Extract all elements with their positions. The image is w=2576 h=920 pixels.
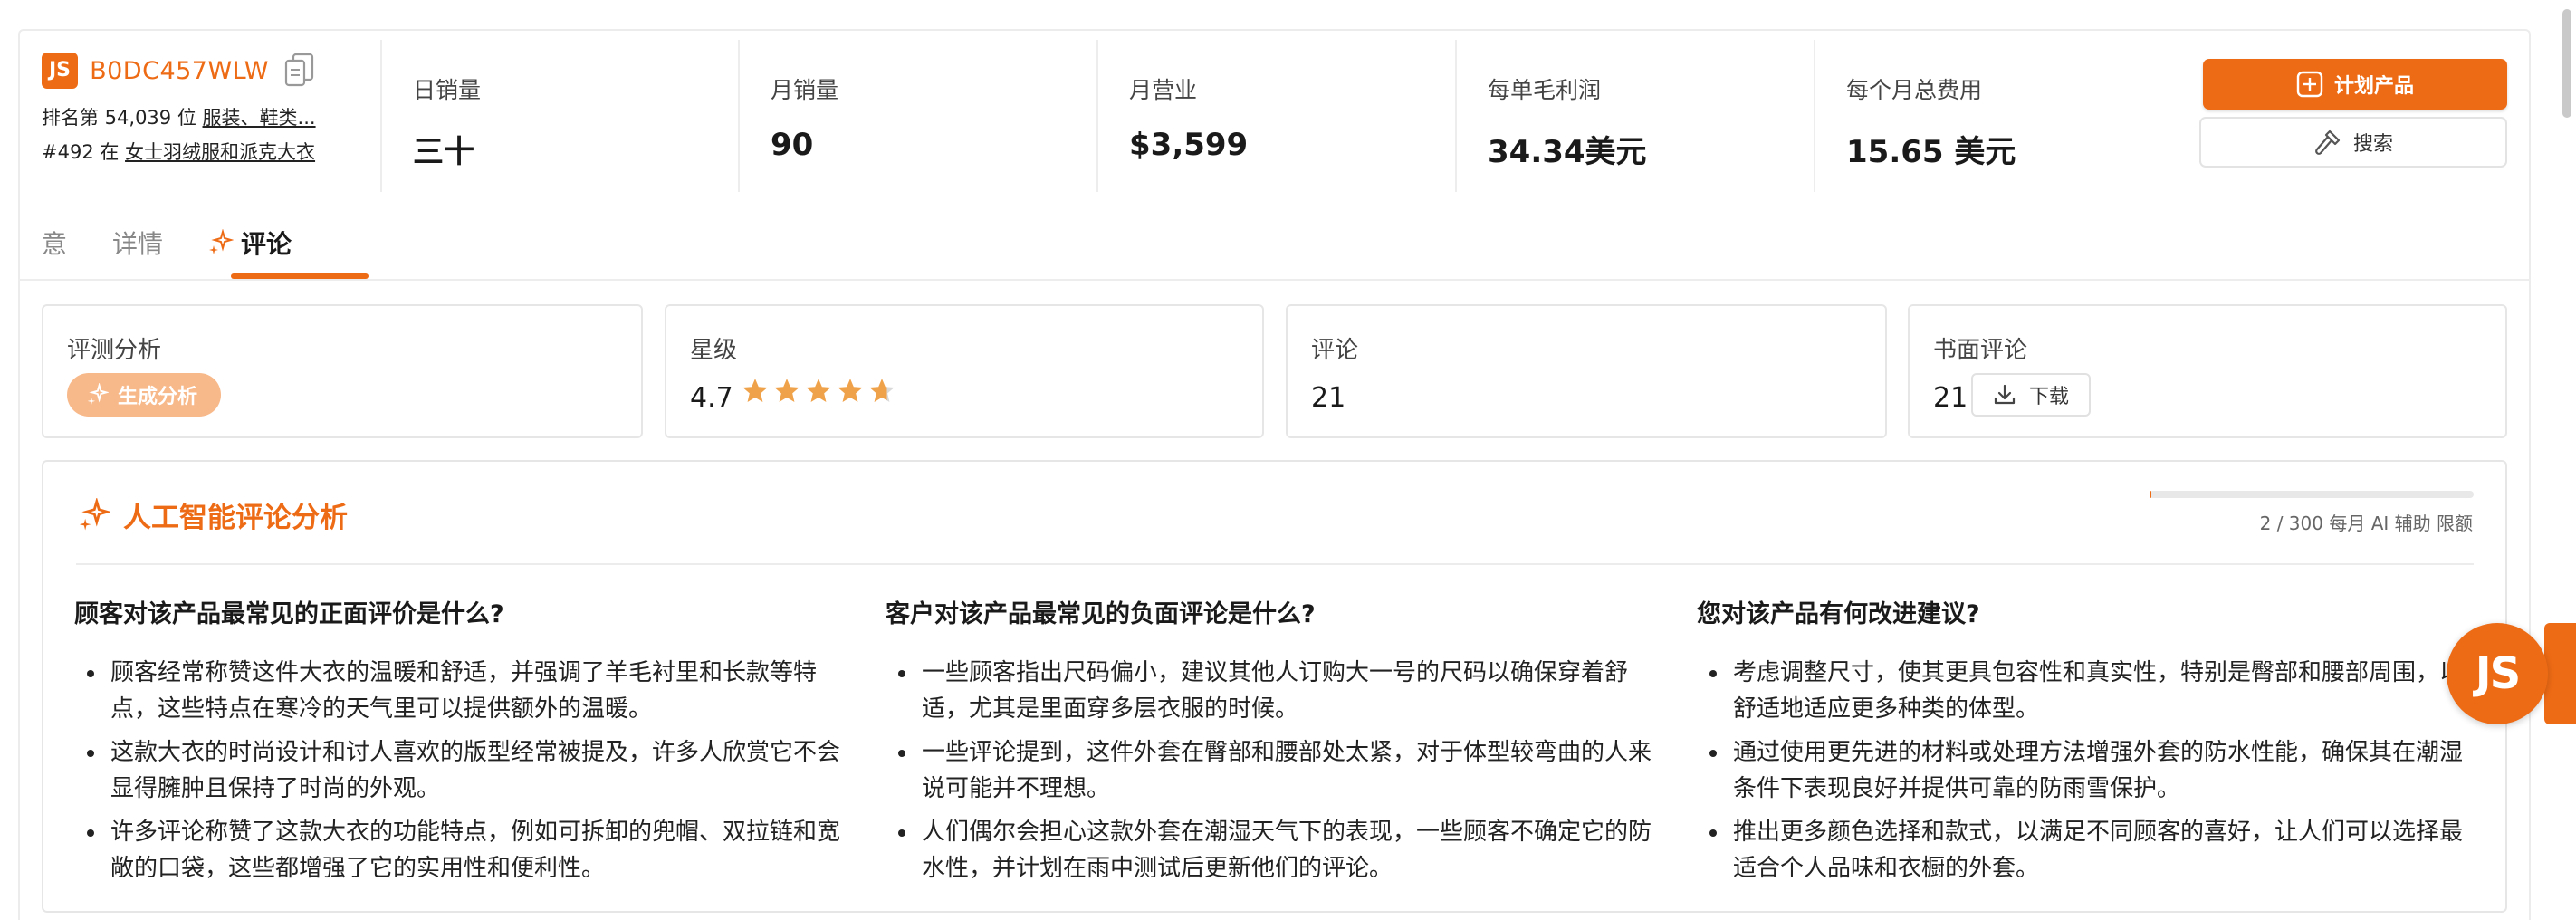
metric-label: 月营业 (1129, 77, 1198, 103)
column-question: 客户对该产品最常见的负面评论是什么? (886, 600, 1316, 628)
metric-label: 日销量 (413, 77, 482, 103)
sparkle-icon (209, 229, 234, 254)
metric-label: 月销量 (771, 77, 839, 103)
written-review-count: 21 (1933, 382, 1968, 414)
floating-side-tab[interactable] (2544, 623, 2576, 724)
subcategory-rank: #492 在 女士羽绒服和派克大衣 (42, 138, 350, 165)
js-logo: JS (42, 53, 78, 89)
star-rating (741, 377, 899, 406)
sparkle-icon (79, 497, 110, 530)
list-item: 人们偶尔会担心这款外套在潮湿天气下的表现，一些顾客不确定它的防水性，并计划在雨中… (886, 814, 1664, 886)
star-icon (869, 379, 895, 402)
tab-divider (18, 279, 2531, 281)
download-icon (1994, 384, 2016, 405)
metric-value: 15.65 美元 (1846, 134, 2016, 170)
card-label: 星级 (690, 337, 738, 364)
metric-value: 90 (771, 127, 814, 163)
metric-monthly-fees: 每个月总费用 15.65 美元 (1814, 40, 2172, 192)
plan-product-label: 计划产品 (2333, 75, 2414, 98)
list-item: 这款大衣的时尚设计和讨人喜欢的版型经常被提及，许多人欣赏它不会显得臃肿且保持了时… (74, 734, 853, 807)
list-item: 通过使用更先进的材料或处理方法增强外套的防水性能，确保其在潮湿条件下表现良好并提… (1697, 734, 2475, 807)
metric-monthly-sales: 月销量 90 (738, 40, 1096, 192)
card-label: 评测分析 (67, 337, 162, 364)
list-item: 考虑调整尺寸，使其更具包容性和真实性，特别是臀部和腰部周围，以舒适地适应更多种类… (1697, 655, 2475, 727)
tab-details[interactable]: 详情 (112, 225, 163, 261)
list-item: 推出更多颜色选择和款式，以满足不同顾客的喜好，让人们可以选择最适合个人品味和衣橱… (1697, 814, 2475, 886)
metric-label: 每单毛利润 (1488, 77, 1602, 103)
ai-review-analysis-panel: 人工智能评论分析 2 / 300 每月 AI 辅助 限额 顾客对该产品最常见的正… (42, 460, 2507, 913)
generate-analysis-button[interactable]: 生成分析 (67, 373, 222, 417)
floating-js-button[interactable]: JS (2447, 623, 2548, 724)
metric-value: 34.34美元 (1488, 134, 1647, 170)
tab-reviews[interactable]: 评论 (206, 225, 292, 261)
generate-analysis-label: 生成分析 (118, 386, 198, 408)
star-icon (806, 379, 831, 402)
plus-square-icon (2296, 71, 2323, 98)
positive-reviews-column: 顾客对该产品最常见的正面评价是什么? 顾客经常称赞这件大衣的温暖和舒适，并强调了… (74, 594, 853, 894)
star-icon (742, 379, 768, 402)
sparkle-icon (87, 383, 109, 406)
download-button[interactable]: 下载 (1971, 373, 2092, 417)
search-label: 搜索 (2352, 133, 2393, 156)
review-count-value: 21 (1311, 382, 1346, 414)
metric-monthly-revenue: 月营业 $3,599 (1096, 40, 1455, 192)
card-review-analysis: 评测分析 生成分析 (42, 304, 643, 438)
card-label: 评论 (1311, 337, 1359, 364)
ai-quota-fill (2150, 491, 2152, 498)
metric-gross-profit: 每单毛利润 34.34美元 (1455, 40, 1814, 192)
product-info: JS B0DC457WLW 排名第 54,039 位 服装、鞋类... #492… (42, 53, 350, 165)
tab-overview[interactable]: 意 (42, 225, 67, 261)
card-star-rating: 星级 4.7 (665, 304, 1264, 438)
metric-value: 三十 (413, 134, 474, 170)
card-written-reviews: 书面评论 21 下载 (1908, 304, 2507, 438)
column-question: 您对该产品有何改进建议? (1697, 600, 1980, 628)
category-link[interactable]: 服装、鞋类... (203, 107, 316, 129)
hammer-icon (2315, 129, 2341, 155)
category-rank: 排名第 54,039 位 服装、鞋类... (42, 103, 350, 130)
metric-daily-sales: 日销量 三十 (380, 40, 738, 192)
list-item: 一些顾客指出尺码偏小，建议其他人订购大一号的尺码以确保穿着舒适，尤其是里面穿多层… (886, 655, 1664, 727)
search-button[interactable]: 搜索 (2199, 117, 2507, 168)
list-item: 一些评论提到，这件外套在臀部和腰部处太紧，对于体型较弯曲的人来说可能并不理想。 (886, 734, 1664, 807)
plan-product-button[interactable]: 计划产品 (2203, 59, 2507, 110)
download-label: 下载 (2029, 386, 2070, 408)
rating-value: 4.7 (690, 382, 733, 414)
metric-label: 每个月总费用 (1846, 77, 1983, 103)
copy-icon[interactable] (284, 53, 315, 89)
ai-divider (76, 563, 2474, 565)
card-label: 书面评论 (1933, 337, 2028, 364)
ai-section-title: 人工智能评论分析 (76, 494, 348, 535)
metric-value: $3,599 (1129, 127, 1249, 163)
negative-reviews-column: 客户对该产品最常见的负面评论是什么? 一些顾客指出尺码偏小，建议其他人订购大一号… (886, 594, 1664, 894)
list-item: 许多评论称赞了这款大衣的功能特点，例如可拆卸的兜帽、双拉链和宽敞的口袋，这些都增… (74, 814, 853, 886)
asin-link[interactable]: B0DC457WLW (90, 57, 269, 85)
page-scrollbar[interactable] (2562, 9, 2571, 118)
subcategory-link[interactable]: 女士羽绒服和派克大衣 (125, 141, 315, 163)
star-icon (838, 379, 863, 402)
column-question: 顾客对该产品最常见的正面评价是什么? (74, 600, 504, 628)
ai-quota-text: 2 / 300 每月 AI 辅助 限额 (2259, 513, 2473, 534)
rank-text: #492 在 (42, 141, 120, 163)
list-item: 顾客经常称赞这件大衣的温暖和舒适，并强调了羊毛衬里和长款等特点，这些特点在寒冷的… (74, 655, 853, 727)
card-review-count: 评论 21 (1286, 304, 1887, 438)
rank-text: 排名第 54,039 位 (42, 107, 196, 129)
improvement-suggestions-column: 您对该产品有何改进建议? 考虑调整尺寸，使其更具包容性和真实性，特别是臀部和腰部… (1697, 594, 2475, 894)
ai-title-text: 人工智能评论分析 (123, 502, 348, 534)
star-icon (774, 379, 800, 402)
ai-quota-bar (2150, 491, 2474, 498)
tab-reviews-label: 评论 (241, 229, 292, 259)
